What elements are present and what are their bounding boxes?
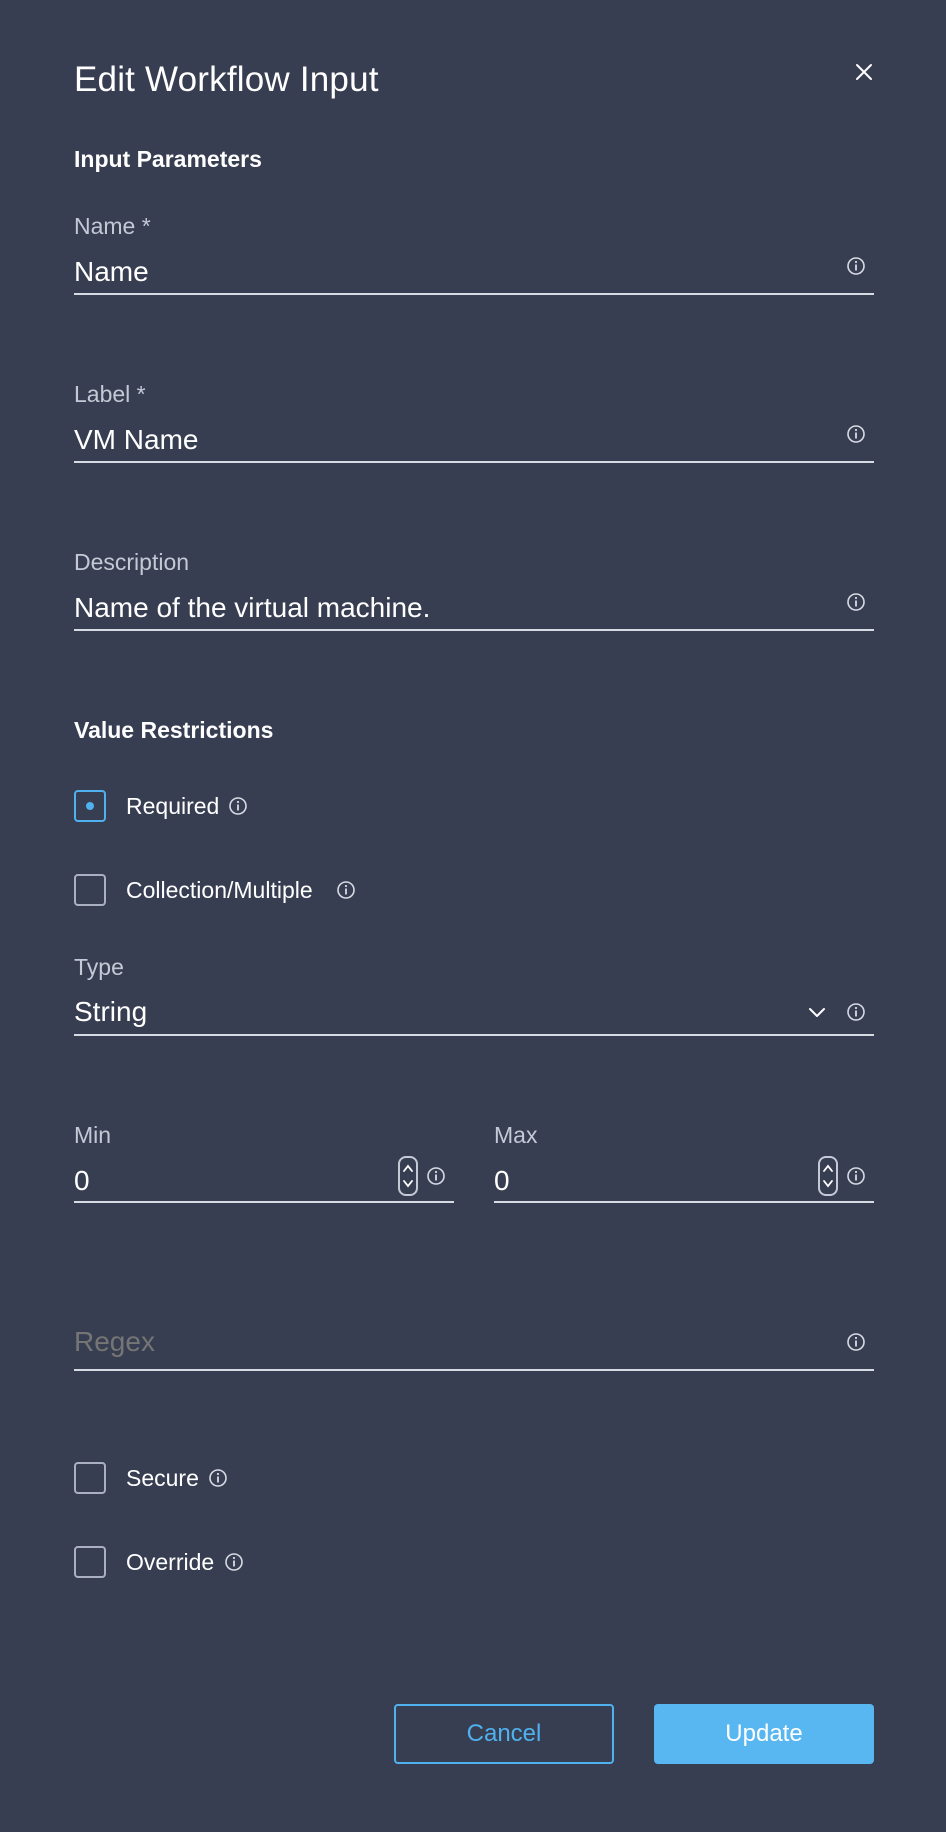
name-info-icon[interactable] [846,256,866,276]
min-input[interactable] [74,1163,384,1199]
collection-multiple-label: Collection/Multiple [126,877,313,903]
description-input[interactable] [74,590,834,626]
info-icon [337,881,355,899]
info-icon [225,1553,243,1571]
label-input[interactable] [74,422,834,458]
info-icon [209,1469,227,1487]
collection-multiple-info-icon[interactable] [336,880,356,900]
override-checkbox[interactable] [74,1546,106,1578]
secure-info-icon[interactable] [208,1468,228,1488]
secure-checkbox[interactable] [74,1462,106,1494]
info-icon [427,1167,445,1185]
max-stepper[interactable] [818,1156,838,1196]
info-icon [847,1003,865,1021]
close-icon [856,64,872,80]
input-parameters-heading: Input Parameters [74,146,262,172]
name-field-label: Name * [74,213,151,239]
info-icon [847,593,865,611]
min-field-label: Min [74,1122,112,1148]
min-underline [74,1201,454,1203]
override-info-icon[interactable] [224,1552,244,1572]
secure-label: Secure [126,1465,199,1491]
info-icon [847,257,865,275]
number-stepper-icon [403,1164,413,1188]
min-stepper[interactable] [398,1156,418,1196]
regex-info-icon[interactable] [846,1332,866,1352]
override-label: Override [126,1549,215,1575]
max-underline [494,1201,874,1203]
required-info-icon[interactable] [228,796,248,816]
label-underline [74,461,874,463]
info-icon [847,1333,865,1351]
dialog-title: Edit Workflow Input [74,60,379,99]
max-info-icon[interactable] [846,1166,866,1186]
type-select[interactable]: String [74,996,794,1032]
min-info-icon[interactable] [426,1166,446,1186]
required-label: Required [126,793,220,819]
required-checkbox[interactable] [74,790,106,822]
type-underline [74,1034,874,1036]
edit-workflow-input-dialog: Edit Workflow Input Input Parameters Nam… [0,0,946,1832]
name-input[interactable] [74,254,834,290]
info-icon [847,1167,865,1185]
number-stepper-icon [823,1164,833,1188]
regex-underline [74,1369,874,1371]
update-button[interactable]: Update [654,1704,874,1764]
info-icon [229,797,247,815]
info-icon [847,425,865,443]
description-field-label: Description [74,549,190,575]
max-field-label: Max [494,1122,538,1148]
regex-input[interactable] [74,1324,834,1360]
close-button[interactable] [848,56,880,88]
name-underline [74,293,874,295]
label-field-label: Label * [74,381,146,407]
collection-multiple-checkbox[interactable] [74,874,106,906]
label-info-icon[interactable] [846,424,866,444]
type-select-chevron[interactable] [806,1002,828,1024]
max-input[interactable] [494,1163,804,1199]
cancel-button[interactable]: Cancel [394,1704,614,1764]
chevron-down-icon [809,1008,825,1017]
value-restrictions-heading: Value Restrictions [74,717,274,743]
type-info-icon[interactable] [846,1002,866,1022]
checkbox-checked-indicator [86,802,94,810]
description-underline [74,629,874,631]
description-info-icon[interactable] [846,592,866,612]
type-field-label: Type [74,954,124,980]
